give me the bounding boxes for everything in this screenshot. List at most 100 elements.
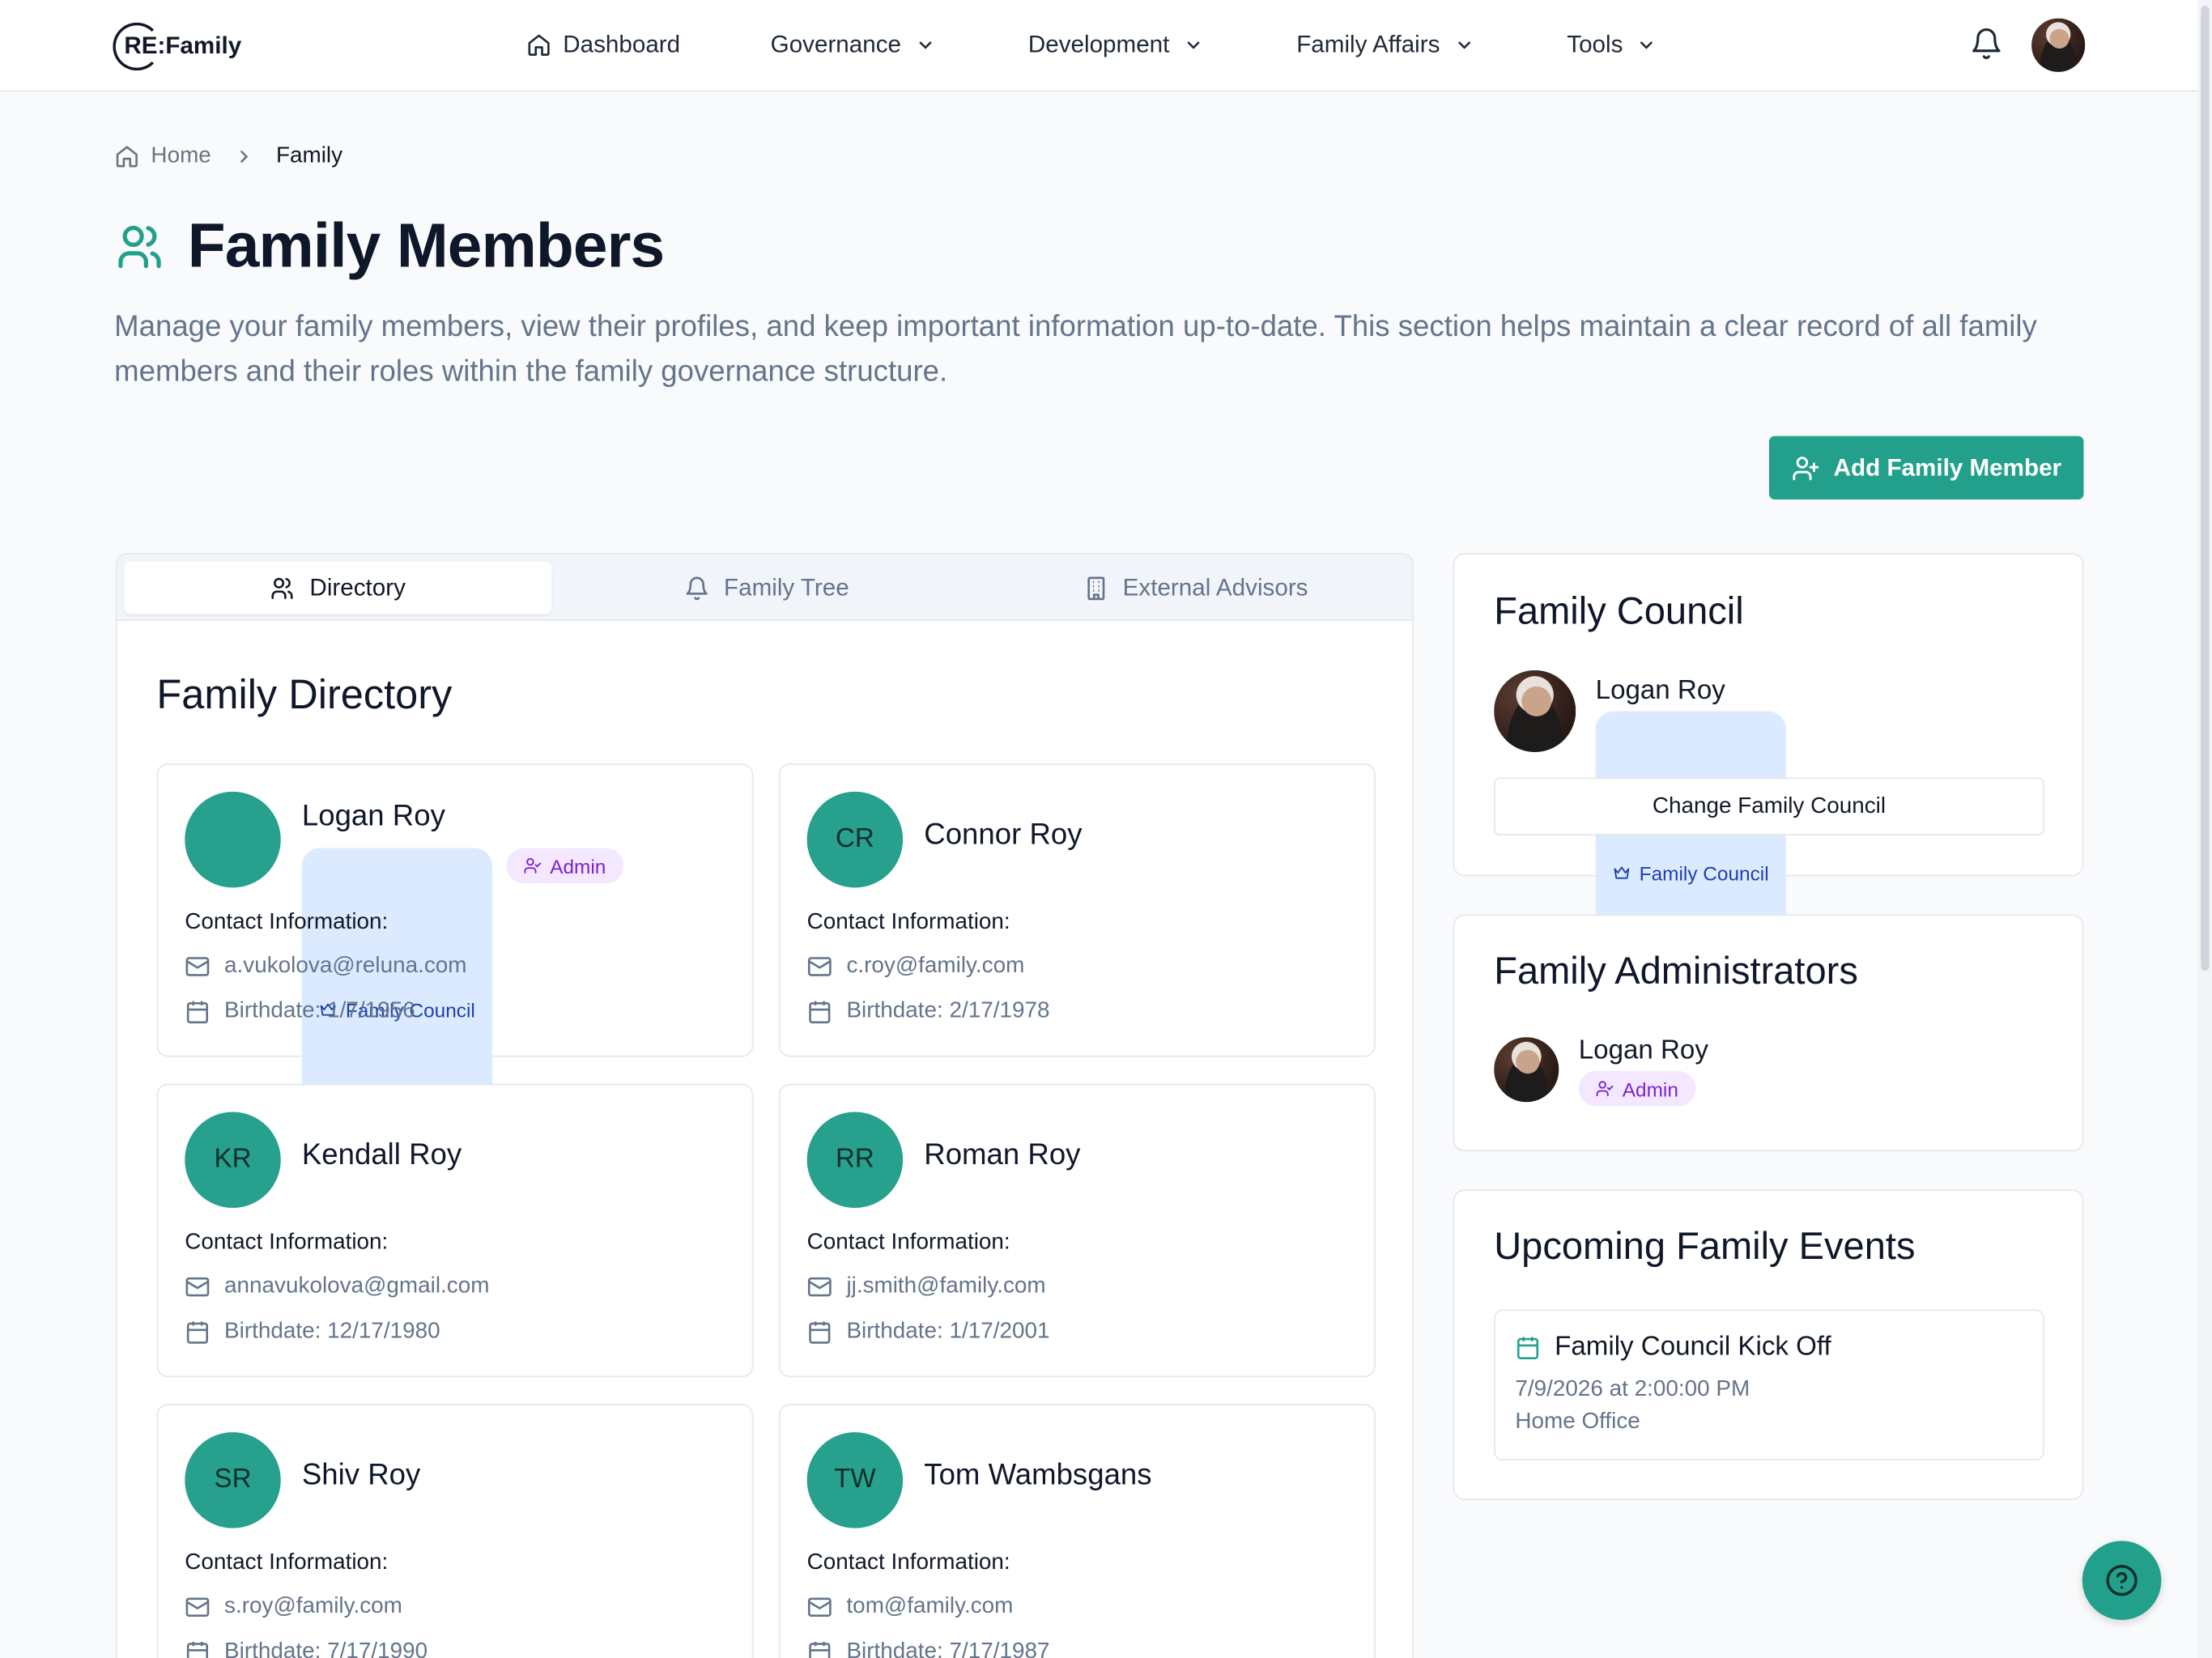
crown-icon (1614, 866, 1630, 879)
member-email: annavukolova@gmail.com (185, 1274, 489, 1299)
upcoming-events-card: Upcoming Family Events Family Council Ki… (1453, 1189, 2084, 1500)
chevron-down-icon (1457, 41, 1470, 49)
nav-dashboard-label: Dashboard (563, 31, 681, 58)
member-card[interactable]: CR Connor Roy Contact Information: c.roy@fa… (778, 763, 1376, 1057)
help-button[interactable] (2082, 1541, 2162, 1620)
avatar: KR (185, 1112, 281, 1209)
calendar-icon (186, 1321, 209, 1344)
chevron-right-icon (240, 151, 248, 163)
add-family-member-label: Add Family Member (1833, 453, 2062, 481)
logo-text: RE:Family (124, 32, 242, 60)
family-administrators-title: Family Administrators (1494, 950, 1858, 993)
event-datetime: 7/9/2026 at 2:00:00 PM (1515, 1377, 1750, 1401)
page-title-text: Family Members (187, 211, 665, 281)
tab-external-advisors[interactable]: External Advisors (982, 562, 1410, 614)
tab-bar: Directory Family Tree External Advisors (117, 554, 1413, 621)
member-birthdate-text: Birthdate: 7/17/1987 (846, 1639, 1050, 1658)
family-council-title: Family Council (1494, 589, 1744, 632)
event-item[interactable]: Family Council Kick Off 7/9/2026 at 2:00… (1494, 1309, 2044, 1461)
mail-icon (807, 1277, 832, 1297)
tab-family-tree-label: Family Tree (724, 573, 849, 601)
family-council-badge-label: Family Council (1639, 861, 1769, 884)
directory-panel: Directory Family Tree External Advisors … (115, 553, 1414, 1658)
member-card[interactable]: RR Roman Roy Contact Information: jj.smith@… (778, 1083, 1376, 1378)
upcoming-events-title: Upcoming Family Events (1494, 1224, 1916, 1268)
nav-family-affairs[interactable]: Family Affairs (1296, 31, 1474, 59)
avatar (1494, 1037, 1559, 1103)
contact-info-label: Contact Information: (806, 1550, 1010, 1575)
tab-directory-label: Directory (309, 573, 406, 601)
mail-icon (807, 957, 832, 976)
nav-governance[interactable]: Governance (771, 31, 935, 59)
contact-info-label: Contact Information: (806, 910, 1010, 934)
member-name: Tom Wambsgans (924, 1459, 1152, 1492)
add-family-member-button[interactable]: Add Family Member (1768, 436, 2084, 500)
member-card[interactable]: SR Shiv Roy Contact Information: s.roy@fami… (156, 1404, 754, 1658)
member-birthdate: Birthdate: 12/17/1980 (185, 1320, 440, 1345)
admin-badge: Admin (506, 848, 623, 884)
avatar (185, 791, 281, 888)
family-council-card: Family Council Logan Roy Family Council … (1453, 553, 2084, 1035)
event-title: Family Council Kick Off (1515, 1332, 1831, 1363)
app-root: RE:Family Dashboard Governance Developme… (0, 0, 2212, 1658)
avatar (1494, 670, 1576, 753)
tab-family-tree[interactable]: Family Tree (553, 562, 981, 614)
nav-tools-label: Tools (1567, 31, 1623, 58)
member-card[interactable]: KR Kendall Roy Contact Information: annavuk… (156, 1083, 754, 1378)
member-name: Shiv Roy (301, 1459, 421, 1492)
change-family-council-button[interactable]: Change Family Council (1494, 777, 2044, 835)
member-email-text: jj.smith@family.com (846, 1273, 1046, 1299)
nav-development[interactable]: Development (1028, 31, 1203, 59)
user-plus-icon (1792, 456, 1819, 480)
member-birthdate-text: Birthdate: 1/7/1956 (224, 999, 415, 1023)
member-email: tom@family.com (807, 1594, 1014, 1620)
bell-icon (686, 576, 708, 600)
user-avatar[interactable] (2031, 18, 2086, 72)
admin-badge-label: Admin (1622, 1077, 1678, 1100)
brand-logo[interactable]: RE:Family (113, 19, 241, 71)
mail-icon (807, 1597, 832, 1618)
member-birthdate: Birthdate: 7/17/1987 (807, 1639, 1050, 1658)
nav-family-affairs-label: Family Affairs (1296, 31, 1440, 58)
member-birthdate: Birthdate: 1/7/1956 (185, 999, 415, 1024)
member-birthdate-text: Birthdate: 7/17/1990 (224, 1639, 428, 1658)
member-card[interactable]: Logan Roy Family Council Admin Contact Info… (156, 763, 754, 1171)
help-circle-icon (2106, 1564, 2138, 1596)
breadcrumb-current: Family (275, 143, 343, 168)
member-birthdate: Birthdate: 7/17/1990 (185, 1639, 428, 1658)
member-birthdate: Birthdate: 2/17/1978 (807, 999, 1050, 1024)
notifications-bell-icon[interactable] (1969, 27, 2003, 61)
contact-info-label: Contact Information: (185, 910, 389, 934)
member-birthdate-text: Birthdate: 1/17/2001 (846, 1319, 1050, 1344)
nav-dashboard[interactable]: Dashboard (526, 31, 680, 59)
avatar: CR (806, 791, 904, 888)
top-navigation-bar: RE:Family Dashboard Governance Developme… (0, 0, 2198, 92)
tab-directory[interactable]: Directory (124, 561, 552, 614)
calendar-icon (809, 1001, 831, 1024)
member-email-text: tom@family.com (846, 1594, 1014, 1619)
chevron-down-icon (919, 41, 932, 49)
mail-icon (185, 1277, 210, 1297)
directory-title: Family Directory (156, 673, 453, 719)
member-name: Kendall Roy (301, 1138, 462, 1171)
member-email: c.roy@family.com (807, 954, 1025, 979)
calendar-icon (809, 1321, 831, 1344)
member-email-text: a.vukolova@reluna.com (224, 954, 467, 978)
member-card[interactable]: TW Tom Wambsgans Contact Information: tom@f… (778, 1404, 1376, 1658)
page-scrollbar-thumb[interactable] (2201, 5, 2210, 971)
member-email: a.vukolova@reluna.com (185, 954, 467, 979)
member-email-text: c.roy@family.com (846, 954, 1025, 978)
calendar-icon (1516, 1337, 1539, 1359)
avatar: TW (806, 1432, 904, 1528)
breadcrumb-home[interactable]: Home (151, 144, 211, 169)
breadcrumb: Home Family (114, 144, 342, 169)
nav-tools[interactable]: Tools (1567, 31, 1657, 59)
user-check-icon (1596, 1081, 1614, 1097)
member-name: Roman Roy (924, 1138, 1081, 1171)
member-email: jj.smith@family.com (807, 1274, 1046, 1299)
chevron-down-icon (1187, 41, 1200, 49)
chevron-down-icon (1640, 41, 1653, 49)
member-name: Logan Roy (301, 800, 445, 833)
avatar: RR (806, 1112, 904, 1209)
event-title-text: Family Council Kick Off (1555, 1332, 1831, 1362)
